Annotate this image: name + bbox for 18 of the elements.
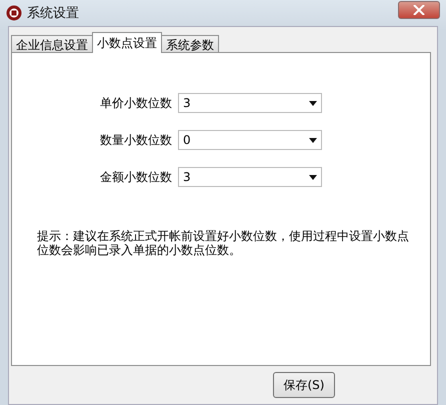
tab[interactable]: 小数点设置 [92, 32, 162, 53]
window-title: 系统设置 [27, 5, 80, 22]
hint-text: 提示：建议在系统正式开帐前设置好小数位数，使用过程中设置小数点位数会影响已录入单据的小数点位数。 [37, 229, 410, 257]
dropdown[interactable]: 0 [178, 130, 322, 150]
close-icon [413, 5, 425, 15]
caret-icon [309, 138, 317, 142]
field-label: 数量小数位数 [99, 132, 172, 148]
app-icon [6, 5, 22, 21]
tab[interactable]: 系统参数 [161, 35, 219, 53]
caret-icon [309, 100, 317, 106]
dropdown[interactable]: 3 [178, 93, 322, 113]
save-button[interactable]: 保存(S) [273, 372, 335, 398]
caret-icon [309, 174, 317, 180]
tab[interactable]: 企业信息设置 [11, 35, 93, 53]
field-label: 金额小数位数 [99, 168, 172, 186]
field-label: 单价小数位数 [99, 94, 172, 112]
close-button[interactable] [398, 1, 440, 19]
dropdown[interactable]: 3 [178, 167, 322, 187]
